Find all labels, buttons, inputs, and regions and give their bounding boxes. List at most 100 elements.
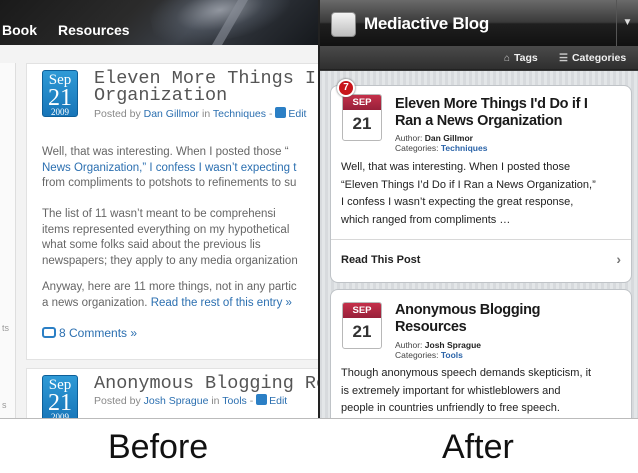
panel-divider [318,0,320,473]
excerpt-line: people in countries unfriendly to free s… [341,402,560,414]
meta-in: in [201,108,211,120]
comment-bubble-icon [42,327,56,338]
date-day: 21 [48,390,72,416]
chevron-right-icon: › [616,251,621,267]
left-sidebar-edge: ts s [0,63,16,418]
author-label: Author: [395,340,423,350]
edit-icon[interactable] [275,107,287,118]
post-meta: Author: Dan Gillmor Categories: Techniqu… [395,133,488,153]
calendar-month: SEP [343,95,381,110]
paragraph-line: Well, that was interesting. When I poste… [42,146,289,158]
excerpt-line: Well, that was interesting. When I poste… [341,161,571,173]
nav-book-link[interactable]: Book [2,22,37,38]
paragraph-line: Anyway, here are 11 more things, not in … [42,281,297,293]
caption-bar: Before After [0,418,638,473]
meta-separator: - [268,108,273,120]
categories-label: Categories [571,52,627,64]
after-screenshot: Mediactive Blog ▼ ⌂ Tags ☰ Categories SEP … [319,0,638,418]
home-icon: ⌂ [504,53,511,64]
calendar-month: SEP [343,303,381,318]
sub-navigation: ⌂ Tags ☰ Categories [319,46,638,70]
calendar-icon: SEP 21 [342,302,382,349]
post-title-line[interactable]: Eleven More Things I'd Do if I [395,96,627,113]
sidebar-fragment: ts [2,323,10,333]
read-post-label: Read This Post [341,254,421,266]
post-title-line[interactable]: Organization [94,86,319,105]
excerpt-line: Though anonymous speech demands skeptici… [341,367,592,379]
comments-count[interactable]: 8 Comments » [59,326,137,340]
blog-post: Sep 21 2009 Eleven More Things I’d Do Or… [26,63,319,360]
category-link[interactable]: Tools [441,350,463,360]
date-badge: Sep 21 2009 [42,375,78,418]
author-label: Author: [395,133,423,143]
category-link[interactable]: Techniques [441,143,488,153]
category-link[interactable]: Tools [222,395,247,407]
app-icon [331,12,356,37]
author-name: Josh Sprague [424,340,481,350]
tags-label: Tags [514,52,538,64]
after-label: After [442,428,514,466]
meta-separator: - [249,395,254,407]
edit-link[interactable]: Edit [269,395,287,407]
excerpt-line: I confess I wasn’t expecting the great r… [341,196,574,208]
post-meta: Posted by Josh Sprague in Tools - Edit [94,394,287,407]
calendar-day: 21 [352,114,372,133]
meta-in: in [211,395,220,407]
post-title[interactable]: Anonymous Blogging Resources [395,302,627,336]
site-header: Book Resources [0,0,319,45]
paragraph-line: newspapers; they apply to any media orga… [42,254,298,267]
sidebar-fragment: s [2,400,7,410]
tags-button[interactable]: ⌂ Tags [504,52,538,64]
app-title: Mediactive Blog [364,14,489,33]
chevron-down-icon[interactable]: ▼ [616,0,638,46]
paragraph-line[interactable]: News Organization,” I confess I wasn’t e… [42,161,319,177]
post-title[interactable]: Anonymous Blogging Reso [94,374,319,393]
post-title-line[interactable]: Anonymous Blogging [395,302,627,319]
paragraph-line: items represented everything on my hypot… [42,223,290,236]
post-list: SEP 21 7 Eleven More Things I'd Do if I … [319,71,638,418]
meta-prefix: Posted by [94,395,141,407]
categories-button[interactable]: ☰ Categories [559,52,626,64]
paragraph-line: a news organization. [42,296,148,309]
read-post-button[interactable]: Read This Post › [331,239,631,282]
post-meta: Posted by Dan Gillmor in Techniques - Ed… [94,107,306,120]
post-excerpt: Though anonymous speech demands skeptici… [341,365,625,418]
post-title-line[interactable]: Resources [395,319,627,336]
author-link[interactable]: Dan Gillmor [144,108,199,120]
read-more-link[interactable]: Read the rest of this entry » [151,297,292,309]
author-name: Dan Gillmor [424,133,473,143]
category-link[interactable]: Techniques [213,108,266,120]
meta-prefix: Posted by [94,108,141,120]
edit-icon[interactable] [256,394,268,405]
date-badge: Sep 21 2009 [42,70,78,117]
post-card[interactable]: SEP 21 Anonymous Blogging Resources Auth… [330,289,632,418]
calendar-day: 21 [352,322,372,341]
post-excerpt: Well, that was interesting. When I poste… [341,159,625,229]
paragraph-line: what some folks said about the previous … [42,239,261,251]
categories-label: Categories: [395,349,439,360]
date-day: 21 [48,85,72,111]
excerpt-line: is extremely important for whistleblower… [341,384,561,397]
author-link[interactable]: Josh Sprague [144,395,209,407]
list-icon: ☰ [559,53,568,64]
comments-link[interactable]: 8 Comments » [42,326,137,340]
post-meta: Author: Josh Sprague Categories: Tools [395,340,481,360]
before-screenshot: Book Resources ts s Sep 21 2009 Eleven M… [0,0,319,418]
app-header: Mediactive Blog ▼ [319,0,638,46]
categories-label: Categories: [395,142,439,153]
post-title[interactable]: Eleven More Things I’d Do Organization [94,69,319,105]
before-label: Before [108,428,209,466]
paragraph-line: The list of 11 wasn’t meant to be compre… [42,208,276,220]
blog-post: Sep 21 2009 Anonymous Blogging Reso Post… [26,368,319,418]
post-title-line[interactable]: Ran a News Organization [395,113,627,130]
post-card[interactable]: SEP 21 7 Eleven More Things I'd Do if I … [330,79,632,283]
calendar-icon: SEP 21 [342,94,382,141]
paragraph-line: from compliments to potshots to refineme… [42,177,297,189]
post-title[interactable]: Eleven More Things I'd Do if I Ran a New… [395,96,627,130]
nav-resources-link[interactable]: Resources [58,22,130,38]
edit-link[interactable]: Edit [288,108,306,120]
post-paragraph: Anyway, here are 11 more things, not in … [42,280,319,311]
post-paragraph: Well, that was interesting. When I poste… [42,145,319,192]
comment-count-badge: 7 [337,79,355,97]
excerpt-line: “Eleven Things I’d Do if I Ran a News Or… [341,178,596,191]
